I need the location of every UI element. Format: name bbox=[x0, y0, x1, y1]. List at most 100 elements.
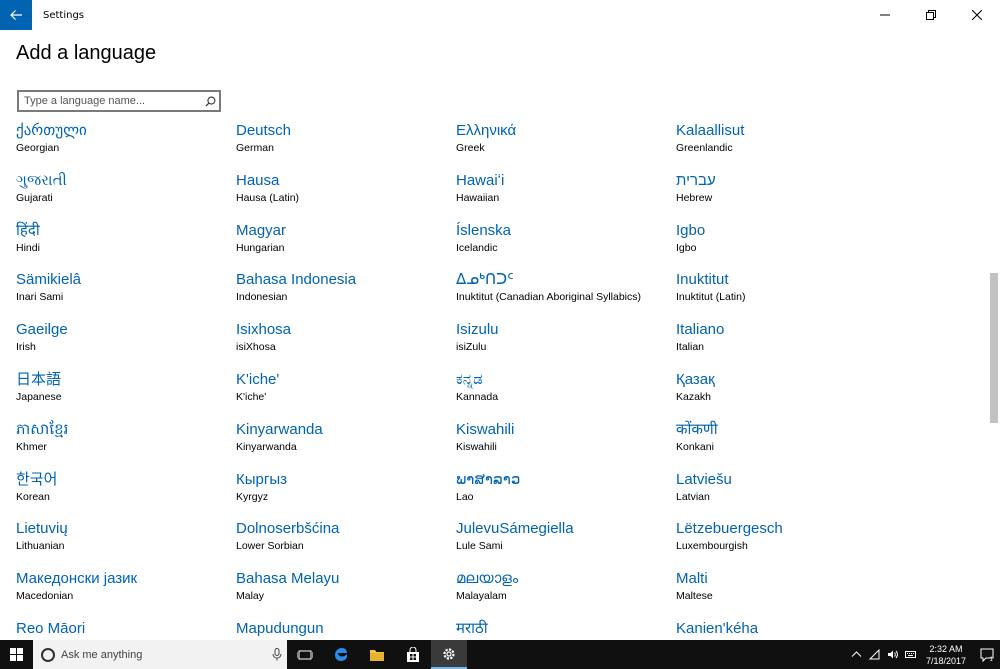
clock-date: 7/18/2017 bbox=[925, 655, 966, 666]
scrollbar[interactable] bbox=[988, 30, 1000, 640]
language-item[interactable]: Kinyarwanda Kinyarwanda bbox=[236, 420, 451, 466]
language-native-name: Magyar bbox=[236, 221, 287, 239]
language-native-name: K'iche' bbox=[236, 371, 280, 388]
file-explorer-taskbar-button[interactable] bbox=[359, 640, 395, 669]
restore-button[interactable] bbox=[908, 0, 954, 30]
language-item[interactable]: Deutsch German bbox=[236, 121, 451, 167]
microphone-icon[interactable] bbox=[267, 648, 287, 661]
language-item[interactable]: Македонски јазик Macedonian bbox=[16, 569, 231, 615]
keyboard-icon[interactable] bbox=[902, 649, 920, 660]
language-item[interactable]: Lietuvių Lithuanian bbox=[16, 519, 231, 565]
language-english-name: Luxembourgish bbox=[676, 540, 748, 553]
chevron-up-icon[interactable] bbox=[848, 649, 866, 660]
language-english-name: Georgian bbox=[16, 142, 60, 154]
language-item[interactable]: മലയാളം Malayalam bbox=[456, 569, 671, 615]
page-title: Add a language bbox=[16, 42, 157, 64]
settings-taskbar-button[interactable] bbox=[431, 640, 467, 669]
language-item[interactable]: ಕನ್ನಡ Kannada bbox=[456, 370, 671, 416]
language-item[interactable]: Isizulu isiZulu bbox=[456, 320, 671, 366]
action-center-button[interactable]: 1 bbox=[974, 640, 1000, 669]
language-item[interactable]: Igbo Igbo bbox=[676, 221, 891, 267]
language-item[interactable]: Bahasa Melayu Malay bbox=[236, 569, 451, 615]
language-native-name: Қазақ bbox=[676, 371, 715, 388]
language-item[interactable]: K'iche' K'iche' bbox=[236, 370, 451, 416]
language-native-name: JulevuSámegiella bbox=[456, 520, 574, 538]
edge-taskbar-button[interactable] bbox=[323, 640, 359, 669]
language-english-name: Lower Sorbian bbox=[236, 540, 304, 553]
language-item[interactable]: 한국어 Korean bbox=[16, 470, 231, 516]
language-item[interactable]: ພາສາລາວ Lao bbox=[456, 470, 671, 516]
language-item[interactable]: Isixhosa isiXhosa bbox=[236, 320, 451, 366]
language-item[interactable]: Bahasa Indonesia Indonesian bbox=[236, 270, 451, 316]
language-item[interactable]: ᐃᓄᒃᑎᑐᑦ Inuktitut (Canadian Aboriginal Syl… bbox=[456, 270, 671, 316]
title-bar: Settings bbox=[0, 0, 1000, 30]
gear-icon bbox=[443, 647, 455, 660]
language-english-name: Greenlandic bbox=[676, 142, 733, 154]
restore-icon bbox=[926, 10, 936, 20]
language-item[interactable]: Sämikielâ Inari Sami bbox=[16, 270, 231, 316]
language-item[interactable]: Inuktitut Inuktitut (Latin) bbox=[676, 270, 891, 316]
language-item[interactable]: JulevuSámegiella Lule Sami bbox=[456, 519, 671, 565]
language-native-name: Dolnoserbšćina bbox=[236, 520, 340, 538]
language-item[interactable]: Kanien'kéha bbox=[676, 619, 891, 640]
language-item[interactable]: Қазақ Kazakh bbox=[676, 370, 891, 416]
back-button[interactable] bbox=[0, 0, 32, 30]
language-english-name: Hindi bbox=[16, 241, 40, 254]
language-item[interactable]: Kalaallisut Greenlandic bbox=[676, 121, 891, 167]
language-native-name: मराठी bbox=[456, 620, 488, 637]
language-item[interactable]: ગુજરાતી Gujarati bbox=[16, 171, 231, 217]
language-native-name: Igbo bbox=[676, 221, 706, 239]
language-native-name: ქართული bbox=[16, 122, 87, 139]
language-native-name: Deutsch bbox=[236, 122, 292, 139]
window-controls bbox=[862, 0, 1000, 30]
language-item[interactable]: Íslenska Icelandic bbox=[456, 221, 671, 267]
language-item[interactable]: ქართული Georgian bbox=[16, 121, 231, 167]
language-item[interactable]: हिंदी Hindi bbox=[16, 221, 231, 267]
language-search-box[interactable] bbox=[17, 90, 221, 112]
language-item[interactable]: Magyar Hungarian bbox=[236, 221, 451, 267]
language-search-input[interactable] bbox=[19, 92, 201, 110]
language-item[interactable]: Lëtzebuergesch Luxembourgish bbox=[676, 519, 891, 565]
language-english-name: Kazakh bbox=[676, 391, 712, 403]
language-native-name: עברית bbox=[676, 171, 716, 189]
language-item[interactable]: עברית Hebrew bbox=[676, 171, 891, 217]
language-item[interactable]: Italiano Italian bbox=[676, 320, 891, 366]
task-view-button[interactable] bbox=[287, 640, 323, 669]
language-item[interactable]: ភាសាខ្មែរ Khmer bbox=[16, 420, 231, 466]
language-item[interactable]: Kiswahili Kiswahili bbox=[456, 420, 671, 466]
cortana-search-box[interactable]: Ask me anything bbox=[33, 640, 287, 669]
language-item[interactable]: Hausa Hausa (Latin) bbox=[236, 171, 451, 217]
language-native-name: Bahasa Indonesia bbox=[236, 271, 357, 289]
store-taskbar-button[interactable] bbox=[395, 640, 431, 669]
language-item[interactable]: Кыргыз Kyrgyz bbox=[236, 470, 451, 516]
language-english-name: Inuktitut (Canadian Aboriginal Syllabics… bbox=[456, 291, 642, 304]
clock[interactable]: 2:32 AM 7/18/2017 bbox=[926, 643, 966, 667]
language-item[interactable]: 日本語 Japanese bbox=[16, 370, 231, 416]
language-item[interactable]: Malti Maltese bbox=[676, 569, 891, 615]
language-item[interactable]: Reo Māori bbox=[16, 619, 231, 640]
language-native-name: Кыргыз bbox=[236, 470, 287, 488]
language-english-name: Khmer bbox=[16, 440, 47, 453]
language-item[interactable]: Gaeilge Irish bbox=[16, 320, 231, 366]
volume-icon[interactable] bbox=[884, 649, 902, 660]
language-item[interactable]: Mapudungun bbox=[236, 619, 451, 640]
close-button[interactable] bbox=[954, 0, 1000, 30]
scrollbar-thumb[interactable] bbox=[990, 273, 998, 423]
language-item[interactable]: मराठी bbox=[456, 619, 671, 640]
language-native-name: Inuktitut bbox=[676, 271, 729, 289]
language-item[interactable]: कोंकणी Konkani bbox=[676, 420, 891, 466]
arrow-left-icon bbox=[10, 10, 22, 20]
network-icon[interactable] bbox=[866, 649, 884, 660]
taskbar: Ask me anything 2:32 AM 7/18/2017 1 bbox=[0, 640, 1000, 669]
start-button[interactable] bbox=[0, 640, 33, 669]
minimize-button[interactable] bbox=[862, 0, 908, 30]
language-item[interactable]: Hawaiʻi Hawaiian bbox=[456, 171, 671, 217]
language-item[interactable]: Latviešu Latvian bbox=[676, 470, 891, 516]
language-item[interactable]: Dolnoserbšćina Lower Sorbian bbox=[236, 519, 451, 565]
language-item[interactable]: Ελληνικά Greek bbox=[456, 121, 671, 167]
language-native-name: Isizulu bbox=[456, 321, 499, 339]
language-native-name: ಕನ್ನಡ bbox=[456, 371, 483, 388]
language-english-name: Macedonian bbox=[16, 590, 74, 603]
language-native-name: Ελληνικά bbox=[456, 122, 517, 139]
search-icon[interactable] bbox=[201, 96, 219, 107]
